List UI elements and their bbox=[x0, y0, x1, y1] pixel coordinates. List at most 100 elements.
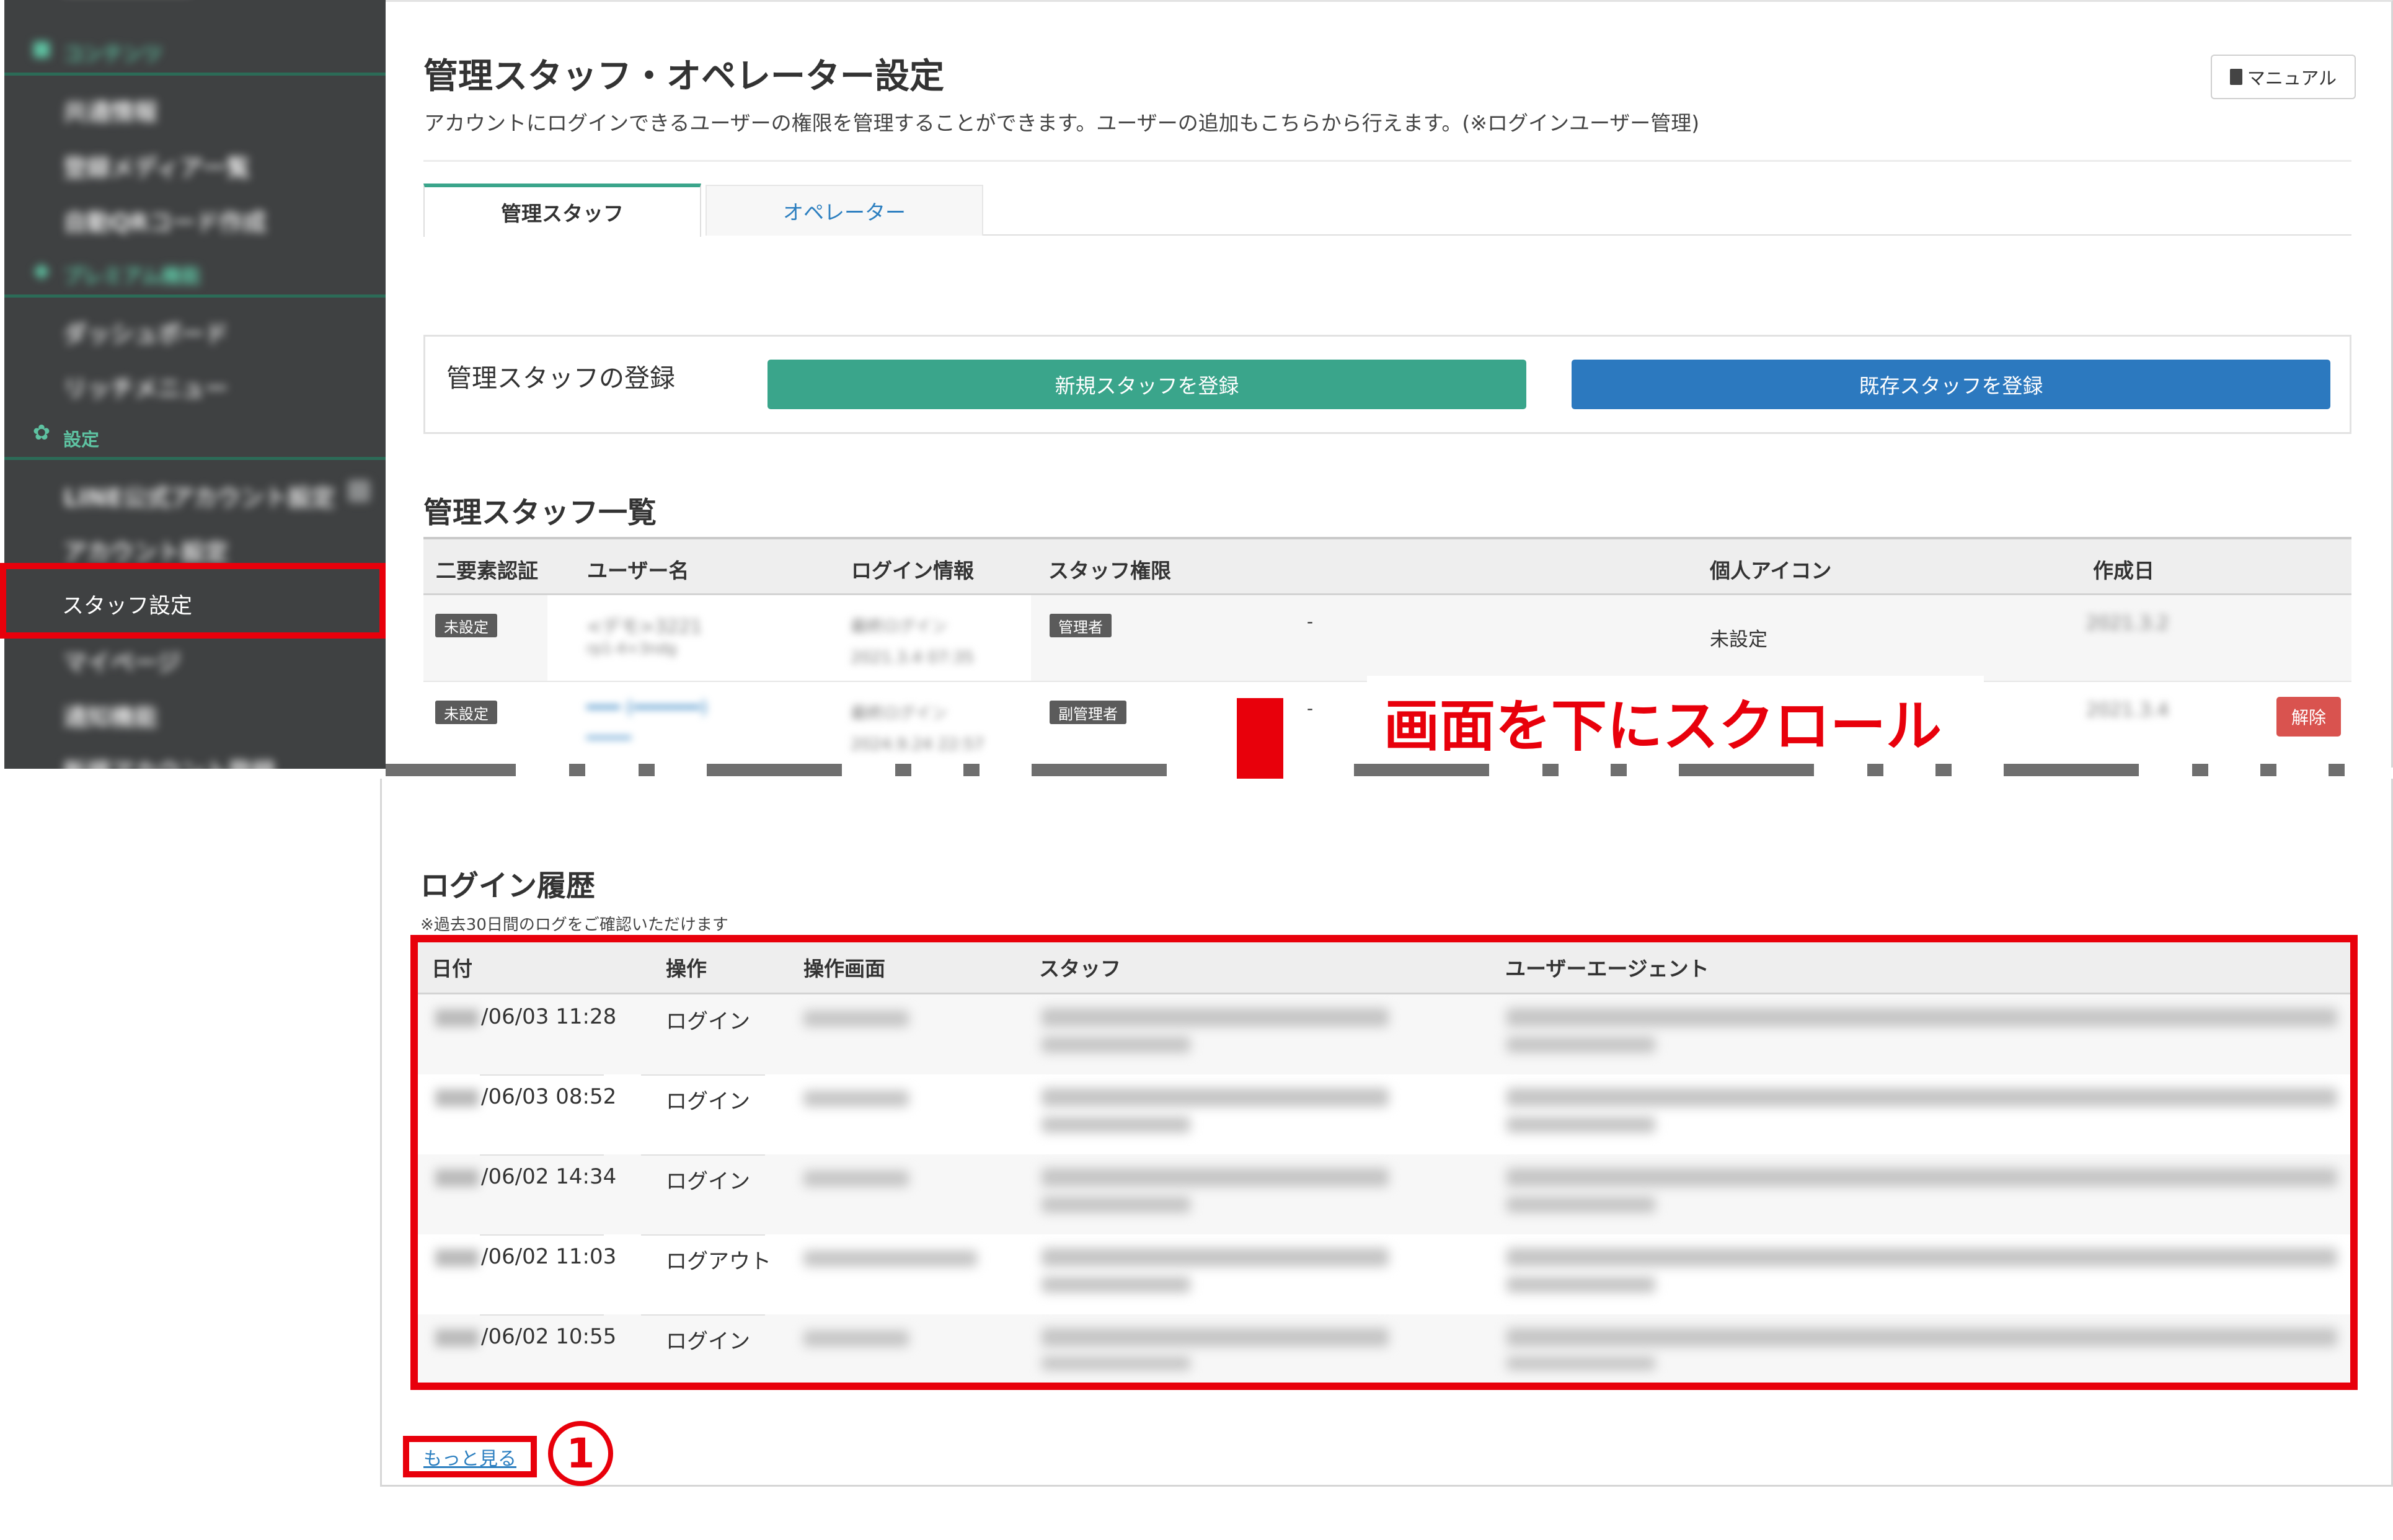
blurred-screen bbox=[803, 1091, 909, 1107]
tab-staff[interactable]: 管理スタッフ bbox=[423, 184, 701, 237]
cut-edge-segment bbox=[569, 764, 585, 776]
release-button[interactable]: 解除 bbox=[2276, 697, 2341, 737]
cut-edge-segment bbox=[1542, 764, 1559, 776]
cut-edge-segment bbox=[895, 764, 911, 776]
column-header: ログイン情報 bbox=[851, 559, 974, 583]
divider bbox=[423, 160, 2351, 162]
blurred-screen bbox=[803, 1330, 909, 1347]
gear-icon: ✿ bbox=[32, 420, 51, 445]
sidebar-item-staff-settings[interactable]: スタッフ設定 bbox=[0, 563, 386, 639]
cut-edge-segment bbox=[1935, 764, 1952, 776]
sidebar-item-new-account[interactable]: 新規アカウント登録 bbox=[4, 739, 386, 769]
cut-edge-segment bbox=[639, 764, 655, 776]
staff-name: <デモ>3221 bbox=[586, 616, 702, 638]
dash: - bbox=[1307, 611, 1314, 632]
sidebar-item-rich-menu[interactable]: リッチメニュー bbox=[4, 356, 386, 410]
staff-email: rp1-4+3ndg bbox=[586, 640, 677, 657]
cut-edge-segment bbox=[707, 764, 842, 776]
login-history-note: ※過去30日間のログをご確認いただけます bbox=[420, 916, 728, 934]
log-operation: ログイン bbox=[666, 1169, 750, 1194]
log-date: /06/02 14:34 bbox=[481, 1164, 617, 1189]
scroll-instruction: 画面を下にスクロール bbox=[1384, 694, 1942, 759]
register-new-staff-button[interactable]: 新規スタッフを登録 bbox=[767, 360, 1526, 409]
sidebar-item-media-list[interactable]: 登録メディア一覧 bbox=[4, 135, 386, 190]
blurred-staff bbox=[1042, 1248, 1389, 1267]
blurred-staff bbox=[1042, 1356, 1190, 1370]
page-title: 管理スタッフ・オペレーター設定 bbox=[423, 56, 944, 97]
staff-email: ━━━━━ bbox=[586, 729, 632, 746]
two-factor-badge: 未設定 bbox=[435, 701, 497, 724]
manual-button[interactable]: マニュアル bbox=[2211, 55, 2356, 99]
sidebar-section-premium: ◆ プレミアム機能 bbox=[4, 248, 386, 298]
cut-edge-segment bbox=[1679, 764, 1814, 776]
cut-edge-segment bbox=[2004, 764, 2139, 776]
login-info: 最終ログイン 2024.9.24 22:57 bbox=[851, 704, 984, 754]
blurred-screen bbox=[803, 1250, 977, 1267]
blurred-user-agent bbox=[1506, 1356, 1655, 1370]
column-header: 操作 bbox=[666, 957, 707, 981]
sidebar-item-hidden[interactable]: ━━━━━━━━━ bbox=[4, 0, 386, 19]
blurred-staff bbox=[1042, 1197, 1190, 1213]
log-operation: ログイン bbox=[666, 1089, 750, 1114]
sidebar-item-dashboard[interactable]: ダッシュボード bbox=[4, 301, 386, 356]
sidebar-item-qr-code[interactable]: 自動QRコード作成 bbox=[4, 190, 386, 244]
blurred-user-agent bbox=[1506, 1197, 1655, 1213]
blurred-user-agent bbox=[1506, 1328, 2337, 1347]
sidebar-item-notifications[interactable]: 通知機能 bbox=[4, 684, 386, 739]
premium-icon: ◆ bbox=[33, 258, 50, 283]
blurred-user-agent bbox=[1506, 1088, 2337, 1107]
column-header: スタッフ権限 bbox=[1048, 559, 1171, 583]
icon-status: 未設定 bbox=[1710, 629, 1767, 651]
tab-divider bbox=[983, 234, 2351, 236]
column-header: 二要素認証 bbox=[436, 559, 538, 583]
column-header: 作成日 bbox=[2093, 559, 2154, 583]
book-icon bbox=[2229, 69, 2242, 85]
blurred-staff bbox=[1042, 1117, 1190, 1133]
blurred-year bbox=[435, 1089, 479, 1107]
blurred-staff bbox=[1042, 1328, 1389, 1347]
created-date: 2021.3.4 bbox=[2086, 699, 2169, 721]
tab-operator[interactable]: オペレーター bbox=[706, 185, 983, 236]
login-history-title: ログイン履歴 bbox=[420, 869, 595, 903]
column-header: ユーザー名 bbox=[587, 559, 689, 583]
staff-list-title: 管理スタッフ一覧 bbox=[423, 496, 657, 530]
cut-edge-segment bbox=[2260, 764, 2276, 776]
blurred-year bbox=[435, 1169, 479, 1187]
column-header: 日付 bbox=[431, 957, 472, 981]
blurred-screen bbox=[803, 1011, 909, 1027]
blurred-year bbox=[435, 1249, 479, 1267]
log-operation: ログイン bbox=[666, 1329, 750, 1354]
cut-edge-segment bbox=[386, 764, 516, 776]
blurred-staff bbox=[1042, 1008, 1389, 1027]
sidebar-item-label: スタッフ設定 bbox=[62, 594, 193, 619]
log-operation: ログアウト bbox=[666, 1249, 771, 1274]
register-existing-staff-button[interactable]: 既存スタッフを登録 bbox=[1572, 360, 2330, 409]
staff-table-header: 二要素認証 ユーザー名 ログイン情報 スタッフ権限 個人アイコン 作成日 bbox=[423, 539, 2351, 595]
two-factor-badge: 未設定 bbox=[435, 614, 497, 637]
external-icon bbox=[348, 480, 370, 502]
blurred-year bbox=[435, 1009, 479, 1027]
blurred-screen bbox=[803, 1170, 909, 1187]
blurred-user-agent bbox=[1506, 1037, 1655, 1053]
step-number-marker: 1 bbox=[548, 1421, 613, 1486]
blurred-year bbox=[435, 1329, 479, 1347]
blurred-user-agent bbox=[1506, 1168, 2337, 1187]
registration-label: 管理スタッフの登録 bbox=[446, 363, 675, 393]
role-badge: 副管理者 bbox=[1050, 701, 1126, 724]
staff-name-link[interactable]: ━━━ (━━━━━━) bbox=[586, 697, 708, 719]
cut-edge-segment bbox=[1354, 764, 1489, 776]
see-more-link[interactable]: もっと見る bbox=[403, 1436, 537, 1477]
blurred-staff bbox=[1042, 1037, 1190, 1053]
blurred-staff bbox=[1042, 1168, 1389, 1187]
blurred-user-agent bbox=[1506, 1277, 1655, 1293]
cut-edge-segment bbox=[1611, 764, 1627, 776]
sidebar-item-common-info[interactable]: 共通情報 bbox=[4, 79, 386, 134]
blurred-staff bbox=[1042, 1277, 1190, 1293]
sidebar-item-line-account[interactable]: LINE公式アカウント設定 bbox=[4, 465, 386, 520]
blurred-user-agent bbox=[1506, 1248, 2337, 1267]
column-header: 操作画面 bbox=[803, 957, 885, 981]
login-info: 最終ログイン 2021.3.4 07:35 bbox=[851, 617, 974, 667]
log-date: /06/02 10:55 bbox=[481, 1324, 617, 1349]
folder-icon: ■ bbox=[31, 36, 52, 61]
log-date: /06/03 11:28 bbox=[481, 1004, 617, 1029]
